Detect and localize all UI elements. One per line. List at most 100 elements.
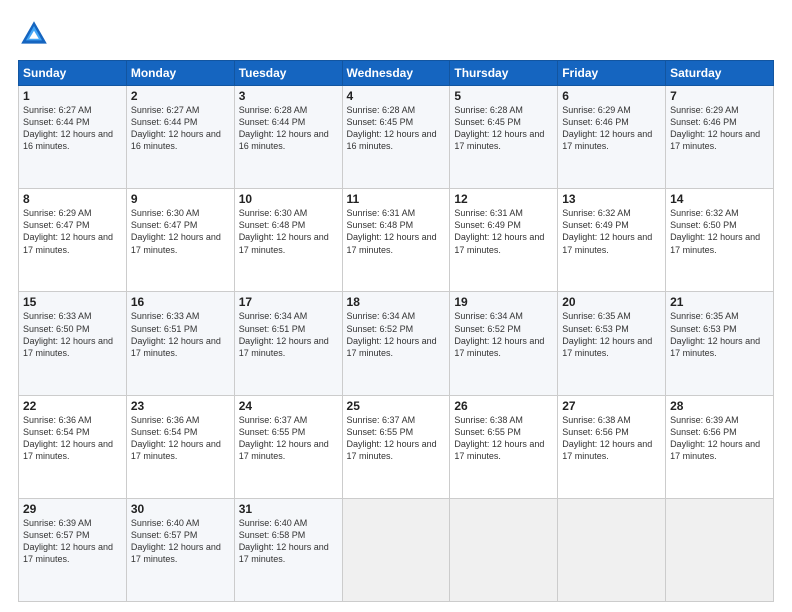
day-info: Sunrise: 6:28 AMSunset: 6:44 PMDaylight:… [239, 105, 329, 151]
day-info: Sunrise: 6:33 AMSunset: 6:51 PMDaylight:… [131, 311, 221, 357]
calendar-day-cell: 14Sunrise: 6:32 AMSunset: 6:50 PMDayligh… [666, 189, 774, 292]
calendar-day-cell: 7 Sunrise: 6:29 AMSunset: 6:46 PMDaylight… [666, 86, 774, 189]
day-number: 5 [454, 89, 553, 103]
day-info: Sunrise: 6:38 AMSunset: 6:55 PMDaylight:… [454, 415, 544, 461]
day-number: 9 [131, 192, 230, 206]
calendar-day-cell: 17 Sunrise: 6:34 AMSunset: 6:51 PMDayligh… [234, 292, 342, 395]
calendar-day-cell: 28 Sunrise: 6:39 AMSunset: 6:56 PMDayligh… [666, 395, 774, 498]
day-info: Sunrise: 6:27 AMSunset: 6:44 PMDaylight:… [131, 105, 221, 151]
calendar-day-cell: 12Sunrise: 6:31 AMSunset: 6:49 PMDayligh… [450, 189, 558, 292]
day-info: Sunrise: 6:36 AMSunset: 6:54 PMDaylight:… [131, 415, 221, 461]
day-info: Sunrise: 6:30 AMSunset: 6:47 PMDaylight:… [131, 208, 221, 254]
day-info: Sunrise: 6:39 AMSunset: 6:57 PMDaylight:… [23, 518, 113, 564]
day-info: Sunrise: 6:29 AMSunset: 6:47 PMDaylight:… [23, 208, 113, 254]
day-info: Sunrise: 6:31 AMSunset: 6:48 PMDaylight:… [347, 208, 437, 254]
calendar-day-cell: 29 Sunrise: 6:39 AMSunset: 6:57 PMDayligh… [19, 498, 127, 601]
calendar-day-cell: 31 Sunrise: 6:40 AMSunset: 6:58 PMDayligh… [234, 498, 342, 601]
calendar-day-cell: 22Sunrise: 6:36 AMSunset: 6:54 PMDayligh… [19, 395, 127, 498]
calendar-header-cell: Tuesday [234, 61, 342, 86]
day-number: 17 [239, 295, 338, 309]
day-info: Sunrise: 6:31 AMSunset: 6:49 PMDaylight:… [454, 208, 544, 254]
calendar-day-cell: 21Sunrise: 6:35 AMSunset: 6:53 PMDayligh… [666, 292, 774, 395]
day-number: 28 [670, 399, 769, 413]
calendar-header-row: SundayMondayTuesdayWednesdayThursdayFrid… [19, 61, 774, 86]
calendar-body: 1 Sunrise: 6:27 AMSunset: 6:44 PMDaylight… [19, 86, 774, 602]
day-info: Sunrise: 6:28 AMSunset: 6:45 PMDaylight:… [454, 105, 544, 151]
calendar-day-cell: 9 Sunrise: 6:30 AMSunset: 6:47 PMDaylight… [126, 189, 234, 292]
day-info: Sunrise: 6:35 AMSunset: 6:53 PMDaylight:… [562, 311, 652, 357]
day-number: 7 [670, 89, 769, 103]
calendar-header-cell: Thursday [450, 61, 558, 86]
calendar-day-cell: 8 Sunrise: 6:29 AMSunset: 6:47 PMDaylight… [19, 189, 127, 292]
day-info: Sunrise: 6:27 AMSunset: 6:44 PMDaylight:… [23, 105, 113, 151]
day-number: 8 [23, 192, 122, 206]
calendar-day-cell: 15Sunrise: 6:33 AMSunset: 6:50 PMDayligh… [19, 292, 127, 395]
day-info: Sunrise: 6:37 AMSunset: 6:55 PMDaylight:… [347, 415, 437, 461]
day-number: 25 [347, 399, 446, 413]
calendar-day-cell: 6 Sunrise: 6:29 AMSunset: 6:46 PMDaylight… [558, 86, 666, 189]
day-info: Sunrise: 6:37 AMSunset: 6:55 PMDaylight:… [239, 415, 329, 461]
day-number: 10 [239, 192, 338, 206]
day-number: 26 [454, 399, 553, 413]
day-number: 30 [131, 502, 230, 516]
day-number: 24 [239, 399, 338, 413]
calendar-day-cell: 1 Sunrise: 6:27 AMSunset: 6:44 PMDaylight… [19, 86, 127, 189]
calendar-day-cell: 20 Sunrise: 6:35 AMSunset: 6:53 PMDayligh… [558, 292, 666, 395]
day-number: 6 [562, 89, 661, 103]
day-number: 18 [347, 295, 446, 309]
day-info: Sunrise: 6:32 AMSunset: 6:50 PMDaylight:… [670, 208, 760, 254]
day-number: 2 [131, 89, 230, 103]
calendar-header-cell: Wednesday [342, 61, 450, 86]
day-number: 3 [239, 89, 338, 103]
calendar-day-cell: 25 Sunrise: 6:37 AMSunset: 6:55 PMDayligh… [342, 395, 450, 498]
day-info: Sunrise: 6:40 AMSunset: 6:58 PMDaylight:… [239, 518, 329, 564]
calendar-day-cell: 18 Sunrise: 6:34 AMSunset: 6:52 PMDayligh… [342, 292, 450, 395]
calendar-day-cell: 2 Sunrise: 6:27 AMSunset: 6:44 PMDaylight… [126, 86, 234, 189]
calendar-week-row: 15Sunrise: 6:33 AMSunset: 6:50 PMDayligh… [19, 292, 774, 395]
day-number: 4 [347, 89, 446, 103]
calendar-day-cell: 24 Sunrise: 6:37 AMSunset: 6:55 PMDayligh… [234, 395, 342, 498]
day-info: Sunrise: 6:39 AMSunset: 6:56 PMDaylight:… [670, 415, 760, 461]
day-info: Sunrise: 6:34 AMSunset: 6:52 PMDaylight:… [347, 311, 437, 357]
day-number: 29 [23, 502, 122, 516]
calendar-table: SundayMondayTuesdayWednesdayThursdayFrid… [18, 60, 774, 602]
day-info: Sunrise: 6:34 AMSunset: 6:52 PMDaylight:… [454, 311, 544, 357]
calendar-day-cell: 13Sunrise: 6:32 AMSunset: 6:49 PMDayligh… [558, 189, 666, 292]
day-number: 11 [347, 192, 446, 206]
day-number: 23 [131, 399, 230, 413]
calendar-day-cell [558, 498, 666, 601]
calendar-day-cell: 23 Sunrise: 6:36 AMSunset: 6:54 PMDayligh… [126, 395, 234, 498]
calendar-header-cell: Monday [126, 61, 234, 86]
day-info: Sunrise: 6:29 AMSunset: 6:46 PMDaylight:… [562, 105, 652, 151]
calendar-day-cell: 19 Sunrise: 6:34 AMSunset: 6:52 PMDayligh… [450, 292, 558, 395]
day-info: Sunrise: 6:29 AMSunset: 6:46 PMDaylight:… [670, 105, 760, 151]
day-number: 22 [23, 399, 122, 413]
calendar-week-row: 1 Sunrise: 6:27 AMSunset: 6:44 PMDaylight… [19, 86, 774, 189]
day-info: Sunrise: 6:28 AMSunset: 6:45 PMDaylight:… [347, 105, 437, 151]
day-info: Sunrise: 6:40 AMSunset: 6:57 PMDaylight:… [131, 518, 221, 564]
header [18, 18, 774, 50]
calendar-week-row: 8 Sunrise: 6:29 AMSunset: 6:47 PMDaylight… [19, 189, 774, 292]
day-number: 20 [562, 295, 661, 309]
day-number: 1 [23, 89, 122, 103]
day-number: 16 [131, 295, 230, 309]
calendar-day-cell: 26 Sunrise: 6:38 AMSunset: 6:55 PMDayligh… [450, 395, 558, 498]
calendar-header-cell: Friday [558, 61, 666, 86]
calendar-day-cell [342, 498, 450, 601]
day-number: 27 [562, 399, 661, 413]
logo-icon [18, 18, 50, 50]
day-info: Sunrise: 6:32 AMSunset: 6:49 PMDaylight:… [562, 208, 652, 254]
day-number: 21 [670, 295, 769, 309]
day-number: 19 [454, 295, 553, 309]
day-info: Sunrise: 6:34 AMSunset: 6:51 PMDaylight:… [239, 311, 329, 357]
logo [18, 18, 54, 50]
day-info: Sunrise: 6:30 AMSunset: 6:48 PMDaylight:… [239, 208, 329, 254]
calendar-week-row: 29 Sunrise: 6:39 AMSunset: 6:57 PMDayligh… [19, 498, 774, 601]
calendar-header-cell: Sunday [19, 61, 127, 86]
calendar-day-cell: 4 Sunrise: 6:28 AMSunset: 6:45 PMDaylight… [342, 86, 450, 189]
day-number: 15 [23, 295, 122, 309]
calendar-day-cell: 27Sunrise: 6:38 AMSunset: 6:56 PMDayligh… [558, 395, 666, 498]
day-number: 31 [239, 502, 338, 516]
calendar-day-cell: 3 Sunrise: 6:28 AMSunset: 6:44 PMDaylight… [234, 86, 342, 189]
calendar-day-cell: 5 Sunrise: 6:28 AMSunset: 6:45 PMDaylight… [450, 86, 558, 189]
